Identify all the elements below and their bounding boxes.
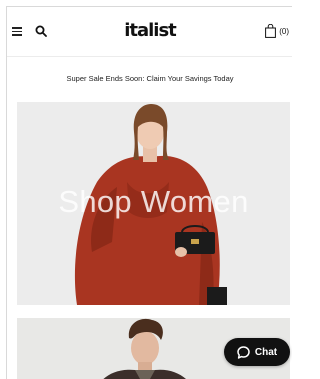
promo-banner[interactable]: Super Sale Ends Soon: Claim Your Savings…: [7, 74, 292, 83]
cart-count: (0): [279, 26, 289, 36]
hero-title: Shop Women: [58, 184, 249, 219]
site-logo[interactable]: italist: [7, 20, 292, 41]
shopping-bag-icon: [265, 24, 277, 38]
shop-women-banner[interactable]: Shop Women: [17, 102, 290, 305]
cart-button[interactable]: (0): [265, 24, 289, 38]
chat-bubble-icon: [237, 345, 250, 359]
page-frame: italist (0) Super Sale Ends Soon: Claim …: [6, 6, 292, 379]
chat-label: Chat: [254, 346, 278, 358]
chat-button[interactable]: Chat: [224, 338, 290, 366]
site-header: italist (0): [7, 7, 292, 57]
